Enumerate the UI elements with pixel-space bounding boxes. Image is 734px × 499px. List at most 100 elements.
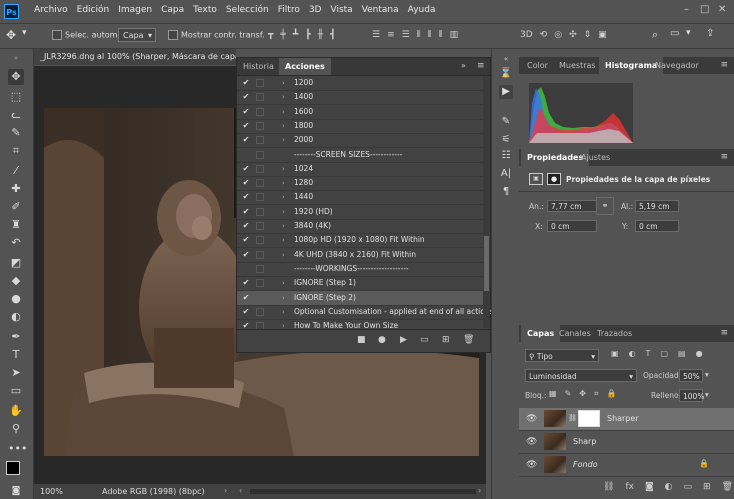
eraser-tool-icon[interactable]: ◩ [8, 255, 24, 271]
menu-texto[interactable]: Texto [193, 5, 217, 15]
action-row[interactable]: ✔ › 1800 [237, 119, 483, 134]
action-row[interactable]: ✔ › 1080p HD (1920 x 1080) Fit Within [237, 233, 483, 249]
scroll-left-icon[interactable]: ‹ [239, 486, 242, 495]
quick-select-tool-icon[interactable]: ✎ [8, 125, 24, 141]
tab-navegador[interactable]: Navegador [649, 57, 705, 74]
expand-triangle-icon[interactable]: › [282, 233, 285, 247]
dialog-toggle-box[interactable] [256, 121, 264, 130]
dialog-toggle-box[interactable] [256, 79, 264, 87]
blend-mode-dropdown[interactable]: Luminosidad ▾ [525, 369, 637, 382]
action-toggle-check-icon[interactable]: ✔ [241, 205, 251, 219]
marquee-tool-icon[interactable]: ⬚ [8, 89, 24, 105]
new-set-icon[interactable]: ▭ [420, 335, 429, 345]
opacity-field[interactable]: 50% [679, 369, 703, 382]
3d-roll-icon[interactable]: ◎ [554, 30, 562, 40]
action-toggle-check-icon[interactable]: ✔ [241, 305, 251, 319]
color-profile[interactable]: Adobe RGB (1998) (8bpc) [102, 487, 205, 496]
minimize-icon[interactable]: – [684, 4, 689, 15]
close-icon[interactable]: ✕ [718, 4, 726, 15]
lock-pixels-icon[interactable]: ✎ [565, 389, 572, 399]
visibility-eye-icon[interactable]: 👁 [526, 437, 537, 447]
type-tool-icon[interactable]: T [8, 347, 24, 363]
panel-collapse-icon[interactable]: » [461, 61, 466, 70]
expand-triangle-icon[interactable]: › [282, 105, 285, 119]
layer-row-sharper[interactable]: 👁 ⛓ Sharper [519, 408, 734, 431]
history-brush-tool-icon[interactable]: ↶ [8, 235, 24, 251]
tab-historia[interactable]: Historia [237, 58, 280, 75]
move-tool-icon[interactable]: ✥ [8, 69, 24, 85]
dialog-toggle-box[interactable] [256, 107, 264, 116]
tab-ajustes[interactable]: Ajustes [575, 149, 616, 166]
height-field[interactable]: 5,19 cm [635, 200, 679, 212]
3d-drag-icon[interactable]: ✣ [569, 30, 577, 40]
action-row[interactable]: ✔ › IGNORE (Step 2) [237, 290, 483, 306]
menu-vista[interactable]: Vista [330, 5, 352, 15]
dialog-toggle-box[interactable] [256, 250, 264, 259]
status-menu-chevron-icon[interactable]: › [224, 486, 227, 495]
rectangle-tool-icon[interactable]: ▭ [8, 383, 24, 399]
expand-triangle-icon[interactable]: › [282, 276, 285, 290]
horizontal-scrollbar[interactable] [250, 489, 476, 494]
auto-align-icon[interactable]: ▥ [450, 30, 459, 40]
3d-scale-icon[interactable]: ▣ [598, 30, 607, 40]
stop-icon[interactable]: ■ [357, 335, 366, 345]
action-row[interactable]: ✔ › 1400 [237, 90, 483, 106]
expand-triangle-icon[interactable]: › [282, 205, 285, 219]
align-right-icon[interactable]: ┫ [330, 30, 335, 40]
dialog-toggle-box[interactable] [256, 307, 264, 316]
x-field[interactable]: 0 cm [547, 220, 597, 232]
distribute-hcenter-icon[interactable]: ⦀ [428, 30, 432, 40]
search-icon[interactable]: ⌕ [652, 28, 658, 42]
tab-color[interactable]: Color [521, 57, 554, 74]
blur-tool-icon[interactable]: ● [8, 291, 24, 307]
action-toggle-check-icon[interactable]: ✔ [241, 119, 251, 133]
record-icon[interactable]: ● [378, 335, 386, 345]
auto-select-dropdown[interactable]: Capa ▾ [118, 28, 156, 42]
align-top-icon[interactable]: ┳ [268, 30, 273, 40]
action-toggle-check-icon[interactable]: ✔ [241, 176, 251, 190]
menu-filtro[interactable]: Filtro [278, 5, 300, 15]
histogram-panel-menu-icon[interactable]: ≡ [720, 60, 728, 70]
distribute-top-icon[interactable]: ☰ [372, 30, 380, 40]
toolbar-collapse-icon[interactable]: » [8, 55, 24, 62]
distribute-right-icon[interactable]: ⦀ [439, 30, 443, 40]
dialog-toggle-box[interactable] [256, 150, 264, 159]
dialog-toggle-box[interactable] [256, 179, 264, 188]
tool-preset-chevron-icon[interactable]: ▾ [22, 28, 27, 38]
paragraph-panel-icon[interactable]: ¶ [499, 185, 513, 199]
action-row[interactable]: ✔ › 4K UHD (3840 x 2160) Fit Within [237, 248, 483, 263]
brush-tool-icon[interactable]: ✐ [8, 199, 24, 215]
history-panel-icon[interactable]: ⌛ [499, 67, 513, 81]
action-row[interactable]: ✔ › 1600 [237, 105, 483, 120]
expand-triangle-icon[interactable]: › [282, 190, 285, 204]
distribute-left-icon[interactable]: ⦀ [417, 30, 421, 40]
action-toggle-check-icon[interactable]: ✔ [241, 76, 251, 90]
expand-triangle-icon[interactable]: › [282, 219, 285, 233]
zoom-tool-icon[interactable]: ⚲ [8, 421, 24, 437]
show-transform-checkbox[interactable]: Mostrar contr. transf. [168, 30, 265, 40]
visibility-eye-icon[interactable]: 👁 [526, 460, 537, 470]
new-action-icon[interactable]: ⊞ [442, 335, 450, 345]
align-left-icon[interactable]: ┣ [305, 30, 310, 40]
lasso-tool-icon[interactable]: ᓚ [8, 107, 24, 123]
menu-ayuda[interactable]: Ayuda [408, 5, 436, 15]
layer-mask-thumbnail[interactable] [578, 410, 600, 427]
pen-tool-icon[interactable]: ✒ [8, 329, 24, 345]
share-icon[interactable]: ⇪ [706, 28, 714, 39]
action-toggle-check-icon[interactable]: ✔ [241, 233, 251, 247]
maximize-icon[interactable]: □ [700, 4, 709, 15]
mask-link-icon[interactable]: ⛓ [568, 414, 577, 422]
action-row[interactable]: --------SCREEN SIZES------------ [237, 148, 483, 163]
action-toggle-check-icon[interactable]: ✔ [241, 90, 251, 104]
layer-style-icon[interactable]: fx [625, 482, 634, 492]
dialog-toggle-box[interactable] [256, 193, 264, 202]
expand-triangle-icon[interactable]: › [282, 76, 285, 90]
expand-triangle-icon[interactable]: › [282, 305, 285, 319]
quick-mask-icon[interactable]: ◙ [8, 485, 24, 497]
document-tab[interactable]: _JLR3296.dng al 100% (Sharper, Máscara d… [34, 49, 236, 65]
layer-mask-icon[interactable]: ● [547, 173, 561, 185]
action-toggle-check-icon[interactable]: ✔ [241, 248, 251, 262]
distribute-bottom-icon[interactable]: ☰ [402, 30, 410, 40]
actions-panel-icon[interactable]: ▶ [499, 85, 513, 99]
workspace-icon[interactable]: ▭ [670, 28, 679, 39]
